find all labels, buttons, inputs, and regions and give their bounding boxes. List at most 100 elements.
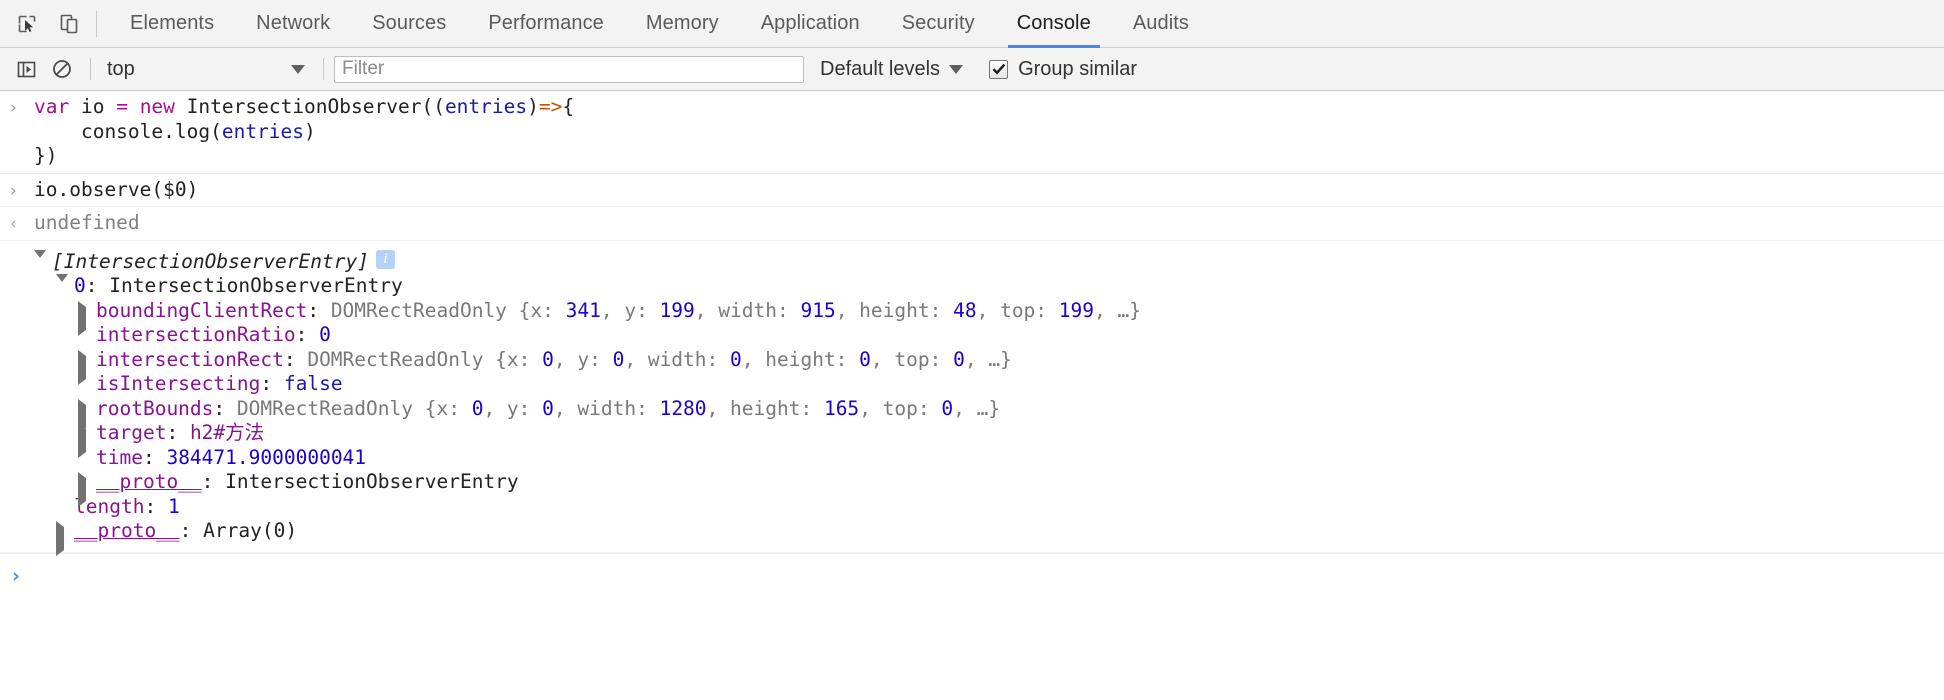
code-token: entries — [221, 119, 305, 143]
code-token: 0 — [953, 347, 965, 371]
property-colon: : — [260, 372, 284, 395]
code-token: 199 — [1058, 298, 1095, 322]
tab-performance[interactable]: Performance — [467, 0, 625, 48]
tab-label: Network — [256, 12, 331, 34]
code-token: 0 — [542, 396, 554, 420]
length-value: 1 — [167, 494, 180, 518]
filter-input[interactable] — [334, 55, 804, 83]
expand-toggle-property[interactable] — [78, 300, 91, 336]
expand-toggle-property[interactable] — [78, 349, 91, 385]
array-header-row[interactable]: [IntersectionObserverEntry] i — [34, 249, 1944, 281]
triangle-right-icon[interactable] — [78, 423, 86, 458]
code-token: , width: — [624, 347, 731, 371]
code-token: , y: — [553, 347, 613, 371]
tab-memory[interactable]: Memory — [625, 0, 740, 48]
tab-label: Application — [760, 12, 860, 34]
code-token: {x: — [518, 298, 566, 322]
code-token: {x: — [495, 347, 543, 371]
code-line: console.log(entries) — [34, 120, 316, 143]
console-prompt[interactable]: › — [0, 552, 1944, 589]
devtools-tabbar: Elements Network Sources Performance Mem… — [0, 0, 1944, 48]
toolbar-divider-2 — [323, 58, 324, 80]
code-token: 0 — [941, 396, 954, 420]
code-token: h2#方法 — [189, 421, 265, 444]
tab-label: Performance — [488, 12, 604, 34]
code-token: false — [283, 372, 343, 395]
log-levels-dropdown[interactable]: Default levels — [820, 58, 971, 81]
console-sidebar-icon[interactable] — [8, 53, 44, 85]
console-result-message: ‹ undefined — [0, 207, 1944, 241]
triangle-right-icon[interactable] — [78, 349, 86, 385]
tab-elements[interactable]: Elements — [109, 0, 235, 48]
property-value: h2#方法 — [190, 421, 264, 446]
property-constructor: DOMRectReadOnly — [330, 298, 519, 322]
tab-label: Sources — [372, 12, 447, 34]
code-token: 165 — [823, 396, 860, 420]
array-header-label: [IntersectionObserverEntry] — [52, 249, 369, 273]
triangle-down-icon[interactable] — [56, 274, 68, 305]
inspect-element-icon[interactable] — [6, 2, 48, 46]
property-key: time — [96, 445, 143, 469]
console-message-list: › var io = new IntersectionObserver((ent… — [0, 91, 1944, 588]
console-object-message: [IntersectionObserverEntry] i 0: Intersec… — [0, 241, 1944, 556]
triangle-right-icon[interactable] — [78, 472, 86, 507]
console-input-code-2: io.observe($0) — [34, 178, 1944, 203]
tab-label: Memory — [645, 12, 719, 34]
expand-toggle-entry[interactable] — [56, 274, 69, 307]
object-property-row[interactable]: __proto__: IntersectionObserverEntry — [34, 470, 1944, 507]
console-toolbar: top Default levels Group similar — [0, 48, 1944, 91]
prompt-chevron-icon: › — [12, 564, 20, 587]
expand-toggle-array[interactable] — [34, 249, 47, 283]
code-token: 0 — [859, 347, 871, 371]
array-proto-row[interactable]: __proto__: Array(0) — [34, 519, 1944, 556]
code-token: , y: — [600, 298, 660, 322]
property-colon: : — [283, 347, 308, 371]
console-input-message[interactable]: › io.observe($0) — [0, 174, 1944, 207]
triangle-right-icon[interactable] — [56, 521, 64, 556]
property-key[interactable]: __proto__ — [96, 470, 202, 495]
tab-network[interactable]: Network — [235, 0, 351, 48]
tab-security[interactable]: Security — [881, 0, 996, 48]
expand-toggle-array-proto[interactable] — [56, 521, 69, 556]
array-entry-row[interactable]: 0: IntersectionObserverEntry — [34, 274, 1944, 305]
code-token: , …} — [964, 347, 1012, 371]
code-token: 0 — [542, 347, 554, 371]
object-property-row[interactable]: target: h2#方法 — [34, 421, 1944, 458]
code-token: , height: — [741, 347, 860, 371]
code-token: => — [538, 95, 563, 118]
code-token: IntersectionObserver(( — [186, 95, 445, 118]
expand-toggle-property[interactable] — [78, 472, 91, 507]
triangle-down-icon[interactable] — [34, 249, 46, 281]
clear-console-icon[interactable] — [44, 53, 80, 85]
tab-application[interactable]: Application — [740, 0, 881, 48]
device-toolbar-icon[interactable] — [48, 2, 90, 46]
property-constructor: DOMRectReadOnly — [236, 396, 425, 420]
property-colon: : — [295, 323, 320, 346]
execution-context-selector[interactable]: top — [101, 58, 313, 81]
group-similar-checkbox[interactable] — [989, 59, 1009, 79]
input-arrow-icon: › — [10, 98, 17, 118]
code-token: , width: — [553, 396, 660, 420]
array-proto-key[interactable]: __proto__ — [74, 519, 180, 544]
code-line: var io = new IntersectionObserver((entri… — [34, 95, 574, 118]
property-colon: : — [213, 396, 237, 420]
tab-sources[interactable]: Sources — [351, 0, 467, 48]
console-input-message[interactable]: › var io = new IntersectionObserver((ent… — [0, 91, 1944, 174]
object-property-row[interactable]: boundingClientRect: DOMRectReadOnly {x: … — [34, 298, 1944, 336]
triangle-right-icon[interactable] — [78, 300, 86, 336]
code-token: 341 — [565, 298, 601, 322]
code-token: ) — [527, 95, 539, 118]
code-token: entries — [444, 95, 528, 118]
tab-console[interactable]: Console — [996, 0, 1112, 48]
code-token: 1280 — [659, 396, 707, 420]
object-property-row[interactable]: rootBounds: DOMRectReadOnly {x: 0, y: 0,… — [34, 396, 1944, 434]
object-property-row[interactable]: intersectionRect: DOMRectReadOnly {x: 0,… — [34, 347, 1944, 385]
code-token: , width: — [694, 298, 801, 322]
property-rows: boundingClientRect: DOMRectReadOnly {x: … — [34, 298, 1944, 507]
expand-toggle-property[interactable] — [78, 423, 91, 458]
object-property-row: time: 384471.9000000041 — [34, 446, 1944, 471]
info-icon[interactable]: i — [375, 249, 395, 269]
group-similar-toggle[interactable]: Group similar — [989, 58, 1137, 81]
tab-audits[interactable]: Audits — [1112, 0, 1210, 48]
property-colon: : — [201, 470, 226, 493]
